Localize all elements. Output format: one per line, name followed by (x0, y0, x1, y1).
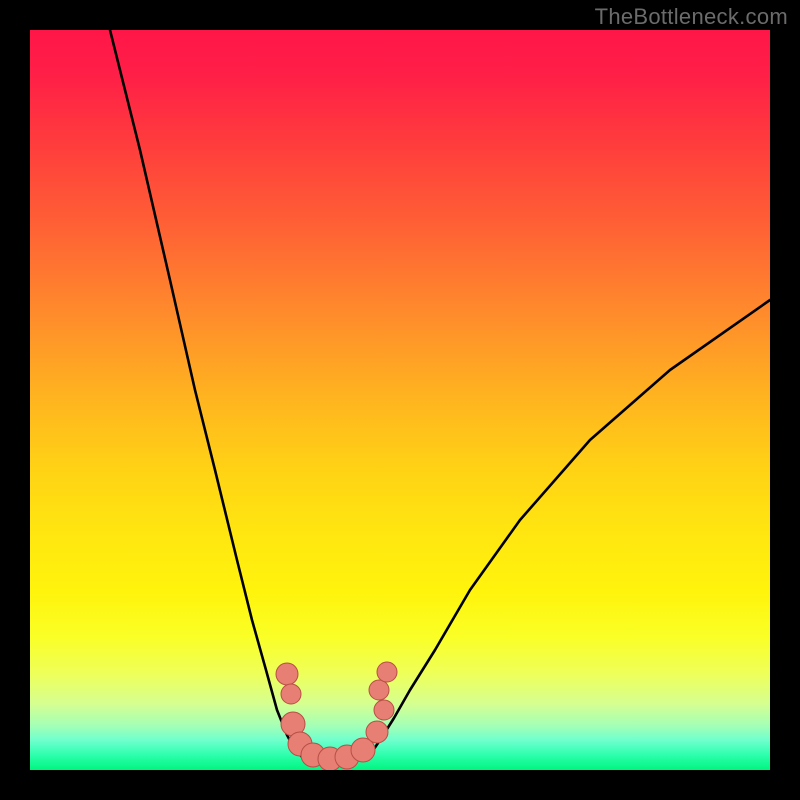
marker-0 (276, 663, 298, 685)
marker-11 (377, 662, 397, 682)
series-right-branch (360, 300, 770, 760)
watermark-text: TheBottleneck.com (595, 4, 788, 30)
chart-frame: TheBottleneck.com (0, 0, 800, 800)
marker-1 (281, 684, 301, 704)
curve-layer (30, 30, 770, 770)
marker-8 (366, 721, 388, 743)
data-markers (276, 662, 397, 770)
bottleneck-curve (110, 30, 770, 763)
plot-area (30, 30, 770, 770)
marker-10 (369, 680, 389, 700)
series-left-branch (110, 30, 308, 760)
marker-9 (374, 700, 394, 720)
